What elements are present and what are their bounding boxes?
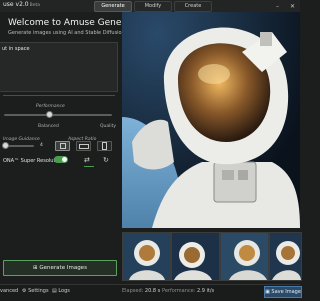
divider [3,95,115,96]
performance-min-label: Balanced [38,124,59,129]
super-resolution-toggle[interactable] [54,156,68,163]
thumbnail-image[interactable] [220,232,269,281]
thumbnail-astronaut [221,233,268,280]
logs-button[interactable]: ▤ Logs [52,288,70,294]
thumbnail-astronaut [270,233,301,280]
thumbnail-image[interactable] [269,232,302,281]
performance-label: Performance [36,104,65,109]
landscape-icon [79,144,89,149]
thumbnail-image[interactable] [171,232,220,281]
minimize-button[interactable]: – [276,3,279,10]
image-guidance-slider-thumb[interactable] [2,142,9,149]
performance-slider[interactable] [4,114,112,116]
shuffle-active-indicator [84,166,94,167]
performance-status: Performance: 2.9 it/s [162,288,214,294]
portrait-icon [102,142,107,150]
app-version: Beta [29,3,41,8]
aspect-square-button[interactable] [55,141,70,151]
elapsed-label: Elapsed: [122,288,144,294]
generate-button-label: Generate Images [39,265,87,271]
performance-status-value: 2.9 it/s [196,288,215,294]
refresh-icon[interactable]: ↻ [103,156,109,164]
elapsed-value: 20.8 s [144,288,161,294]
logs-label: Logs [58,288,70,294]
settings-button[interactable]: ⚙ Settings [22,288,49,294]
performance-slider-thumb[interactable] [46,111,53,118]
thumbnail-astronaut [172,233,219,280]
advanced-button[interactable]: vanced [0,288,18,294]
generated-image [122,12,300,228]
tab-modify[interactable]: Modify [134,1,172,12]
performance-status-label: Performance: [162,288,196,294]
welcome-title: Welcome to Amuse Generate! [8,18,144,28]
app-title: use v2.0Beta [3,1,40,8]
square-icon [60,143,66,149]
toggle-knob [62,157,67,162]
aspect-landscape-button[interactable] [76,141,91,151]
save-image-button[interactable]: ▣ Save Image [264,286,302,298]
save-image-label: Save Image [271,289,301,295]
welcome-subtitle: Generate images using AI and Stable Diff… [8,30,125,36]
tab-generate[interactable]: Generate [94,1,132,12]
close-button[interactable]: ✕ [290,3,295,10]
thumbnail-image[interactable] [122,232,171,281]
image-guidance-label: Image Guidance [3,137,40,142]
app-title-text: use v2.0 [3,1,29,8]
performance-max-label: Quality [100,124,117,129]
tab-bar: Generate Modify Create [94,1,212,12]
aspect-portrait-button[interactable] [97,141,112,151]
prompt-text: ut in space [2,46,30,52]
tab-create[interactable]: Create [174,1,212,12]
image-guidance-value: 4 [40,143,43,148]
astronaut-illustration [122,12,300,228]
generate-images-button[interactable]: ⊞ Generate Images [3,260,117,276]
settings-label: Settings [28,288,49,294]
elapsed-status: Elapsed: 20.8 s [122,288,160,294]
shuffle-icon[interactable]: ⇄ [84,156,90,164]
thumbnail-astronaut [123,233,170,280]
